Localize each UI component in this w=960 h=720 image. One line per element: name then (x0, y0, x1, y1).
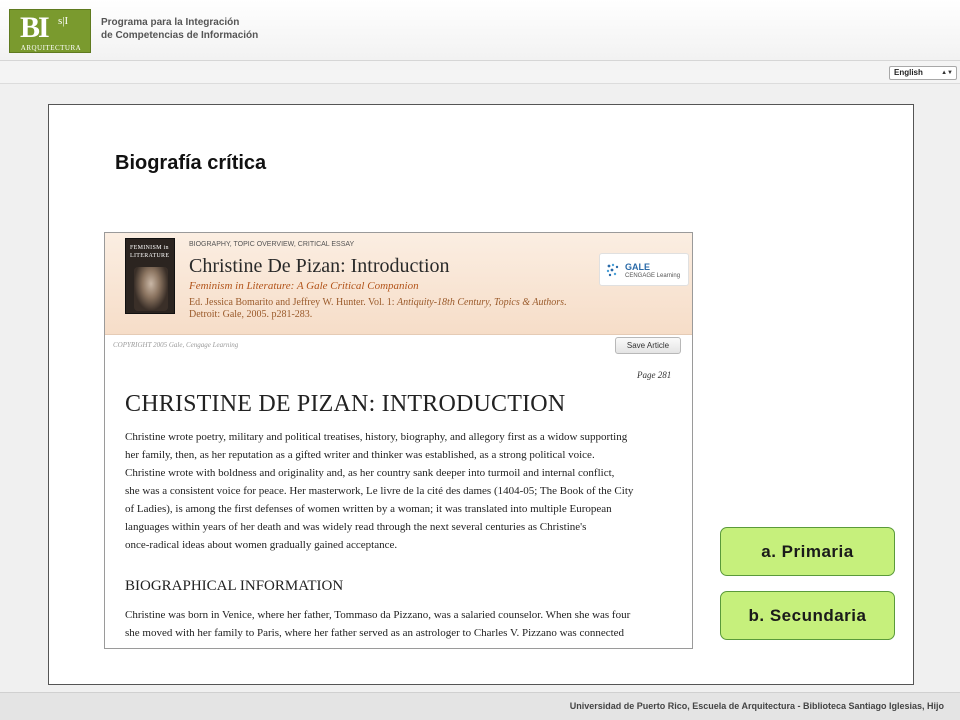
paragraph-line: once-radical ideas about women gradually… (125, 539, 398, 551)
publisher-subname: CENGAGE Learning (625, 273, 681, 279)
answer-secundaria-button[interactable]: b. Secundaria (720, 591, 895, 640)
section-heading: BIOGRAPHICAL INFORMATION (125, 578, 344, 594)
article-screenshot: FEMINISM in LITERATURE BIOGRAPHY, TOPIC … (104, 232, 693, 649)
publisher-badge: GALE CENGAGE Learning (599, 253, 689, 286)
paragraph-line: of Ladies), is among the first defenses … (125, 503, 612, 515)
footer-credit: Universidad de Puerto Rico, Escuela de A… (569, 701, 944, 711)
site-footer: Universidad de Puerto Rico, Escuela de A… (0, 692, 960, 720)
article-toolbar: COPYRIGHT 2005 Gale, Cengage Learning Sa… (105, 335, 692, 355)
paragraph-line: she moved with her family to Paris, wher… (125, 627, 625, 639)
article-title: Christine De Pizan: Introduction (189, 255, 450, 277)
language-bar: English ▲▼ (0, 61, 960, 84)
copyright-notice: COPYRIGHT 2005 Gale, Cengage Learning (113, 341, 239, 349)
logo-monogram-small: s|I (58, 15, 69, 27)
book-cover-text-1: FEMINISM in (130, 245, 169, 251)
citation-prefix: Ed. Jessica Bomarito and Jeffrey W. Hunt… (189, 297, 398, 308)
citation-italic: Antiquity-18th Century, Topics & Authors (397, 297, 564, 308)
program-title-line-1: Programa para la Integración (101, 17, 240, 28)
article-header: FEMINISM in LITERATURE BIOGRAPHY, TOPIC … (105, 233, 692, 335)
program-title: Programa para la Integración de Competen… (101, 16, 301, 42)
answer-primaria-button[interactable]: a. Primaria (720, 527, 895, 576)
page-number: Page 281 (637, 370, 672, 380)
portrait-image (134, 267, 168, 311)
book-cover-text-2: LITERATURE (130, 253, 170, 259)
article-body-heading: CHRISTINE DE PIZAN: INTRODUCTION (125, 391, 566, 417)
paragraph-line: Christine wrote poetry, military and pol… (125, 431, 628, 443)
language-select-value: English (894, 68, 923, 77)
article-category: BIOGRAPHY, TOPIC OVERVIEW, CRITICAL ESSA… (189, 241, 355, 248)
article-citation: Ed. Jessica Bomarito and Jeffrey W. Hunt… (189, 297, 569, 321)
book-cover-image: FEMINISM in LITERATURE (125, 238, 175, 314)
article-paragraph: Christine wrote poetry, military and pol… (125, 428, 685, 554)
article-paragraph: Christine was born in Venice, where her … (125, 606, 685, 642)
site-header: BI s|I ARQUITECTURA Programa para la Int… (0, 0, 960, 61)
page-title: Biografía crítica (115, 152, 267, 174)
library-logo[interactable]: BI s|I ARQUITECTURA (9, 9, 91, 53)
publisher-name: GALE (625, 262, 651, 272)
paragraph-line: Christine was born in Venice, where her … (125, 609, 631, 621)
paragraph-line: she was a consistent voice for peace. He… (125, 485, 634, 497)
paragraph-line: languages within years of her death and … (125, 521, 587, 533)
save-article-button[interactable]: Save Article (615, 337, 681, 354)
logo-monogram: BI (20, 11, 50, 44)
gale-logo-icon (606, 263, 619, 277)
article-source: Feminism in Literature: A Gale Critical … (189, 280, 419, 292)
language-select[interactable]: English ▲▼ (889, 66, 957, 80)
paragraph-line: her family, then, as her reputation as a… (125, 449, 595, 461)
program-title-line-2: de Competencias de Información (101, 30, 259, 41)
paragraph-line: Christine wrote with boldness and origin… (125, 467, 615, 479)
select-arrows-icon: ▲▼ (941, 70, 953, 76)
logo-subtitle: ARQUITECTURA (20, 44, 82, 52)
